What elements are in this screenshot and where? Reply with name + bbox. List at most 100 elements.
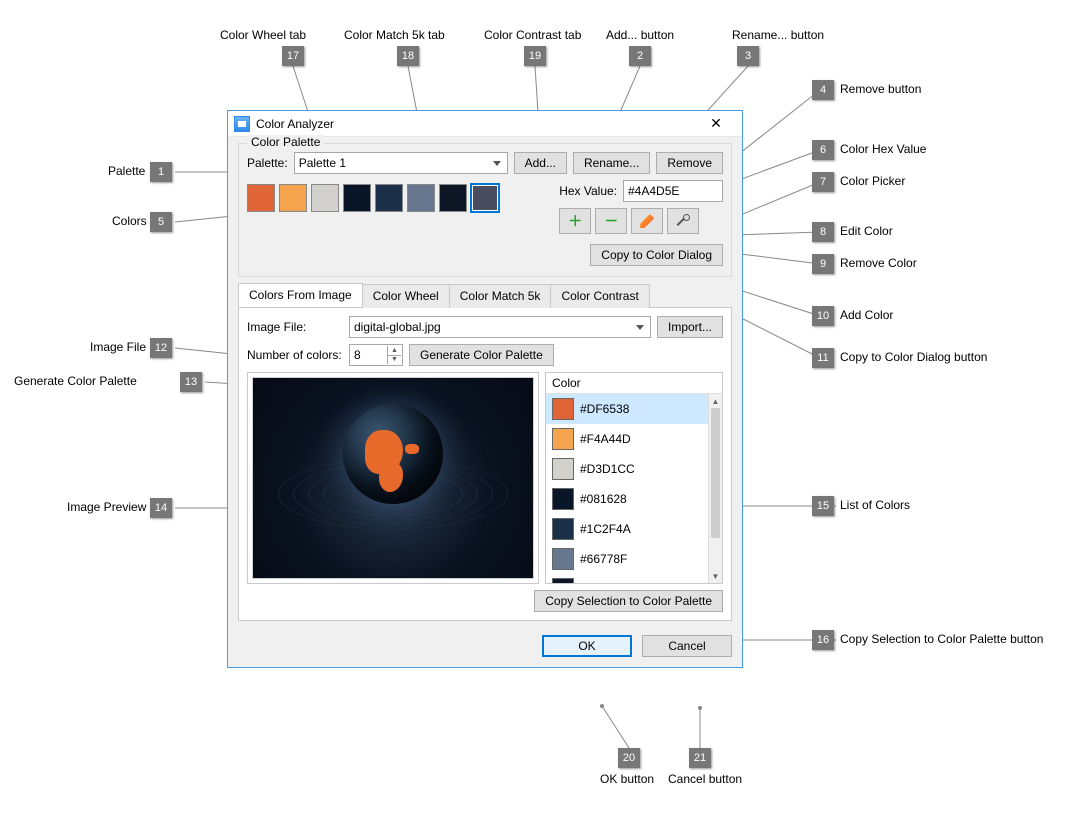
- rename-button[interactable]: Rename...: [573, 152, 650, 174]
- add-button[interactable]: Add...: [514, 152, 567, 174]
- list-item[interactable]: #081628: [546, 484, 708, 514]
- edit-color-button[interactable]: [631, 208, 663, 234]
- copy-to-color-dialog-button[interactable]: Copy to Color Dialog: [590, 244, 723, 266]
- tab-color-contrast[interactable]: Color Contrast: [550, 284, 649, 308]
- marker-18: 18: [397, 46, 419, 66]
- generate-palette-button[interactable]: Generate Color Palette: [409, 344, 554, 366]
- marker-10: 10: [812, 306, 834, 326]
- eyedropper-icon: [676, 214, 690, 228]
- app-icon: [234, 116, 250, 132]
- remove-color-button[interactable]: －: [595, 208, 627, 234]
- label-colors: Colors: [112, 214, 147, 228]
- marker-6: 6: [812, 140, 834, 160]
- label-edit-color: Edit Color: [840, 224, 893, 238]
- window-title: Color Analyzer: [256, 117, 696, 131]
- color-palette-groupbox: Color Palette Palette: Palette 1 Add... …: [238, 143, 732, 277]
- palette-combo[interactable]: Palette 1: [294, 152, 508, 174]
- list-item[interactable]: #D3D1CC: [546, 454, 708, 484]
- hex-value-input[interactable]: #4A4D5E: [623, 180, 723, 202]
- swatch-1[interactable]: [279, 184, 307, 212]
- minus-icon: －: [604, 211, 618, 231]
- swatch-5[interactable]: [407, 184, 435, 212]
- swatch-3[interactable]: [343, 184, 371, 212]
- palette-swatches: [247, 184, 499, 212]
- tab-color-wheel[interactable]: Color Wheel: [362, 284, 450, 308]
- plus-icon: ＋: [568, 211, 582, 231]
- remove-button[interactable]: Remove: [656, 152, 723, 174]
- label-remove-color: Remove Color: [840, 256, 917, 270]
- num-colors-label: Number of colors:: [247, 348, 343, 362]
- marker-13: 13: [180, 372, 202, 392]
- scroll-thumb[interactable]: [711, 408, 720, 538]
- marker-15: 15: [812, 496, 834, 516]
- palette-value: Palette 1: [299, 156, 346, 170]
- add-color-button[interactable]: ＋: [559, 208, 591, 234]
- hex-area: Hex Value: #4A4D5E ＋ －: [559, 180, 723, 234]
- image-preview: [247, 372, 539, 584]
- label-remove-button: Remove button: [840, 82, 921, 96]
- color-list-body: #DF6538 #F4A44D #D3D1CC #081628 #1C2F4A …: [546, 394, 722, 583]
- swatch-4[interactable]: [375, 184, 403, 212]
- label-copy-to-dialog: Copy to Color Dialog button: [840, 350, 987, 364]
- tab-panel: Image File: digital-global.jpg Import...…: [238, 308, 732, 621]
- color-list-header: Color: [546, 373, 722, 394]
- color-tool-row: ＋ －: [559, 208, 723, 234]
- close-icon[interactable]: ✕: [696, 114, 736, 134]
- cancel-button[interactable]: Cancel: [642, 635, 732, 657]
- globe-graphic: [343, 404, 443, 504]
- palette-label: Palette:: [247, 156, 288, 170]
- list-item[interactable]: #66778F: [546, 544, 708, 574]
- image-file-value: digital-global.jpg: [354, 320, 441, 334]
- label-color-picker: Color Picker: [840, 174, 905, 188]
- ok-button[interactable]: OK: [542, 635, 632, 657]
- num-colors-spinner[interactable]: 8 ▲▼: [349, 344, 403, 366]
- spin-down[interactable]: ▼: [387, 356, 401, 365]
- titlebar: Color Analyzer ✕: [228, 111, 742, 137]
- pencil-icon: [640, 214, 654, 228]
- import-button[interactable]: Import...: [657, 316, 723, 338]
- palette-row: Palette: Palette 1 Add... Rename... Remo…: [247, 152, 723, 174]
- marker-12: 12: [150, 338, 172, 358]
- copy-selection-button[interactable]: Copy Selection to Color Palette: [534, 590, 723, 612]
- hex-label: Hex Value:: [559, 184, 617, 198]
- groupbox-title: Color Palette: [247, 135, 324, 149]
- marker-2: 2: [629, 46, 651, 66]
- list-item[interactable]: #F4A44D: [546, 424, 708, 454]
- tab-color-match-5k[interactable]: Color Match 5k: [449, 284, 552, 308]
- scrollbar[interactable]: ▲ ▼: [708, 394, 722, 583]
- scroll-down-icon[interactable]: ▼: [709, 569, 722, 583]
- marker-1: 1: [150, 162, 172, 182]
- spin-up[interactable]: ▲: [387, 346, 401, 356]
- tab-colors-from-image[interactable]: Colors From Image: [238, 283, 363, 307]
- swatch-0[interactable]: [247, 184, 275, 212]
- label-palette: Palette: [108, 164, 145, 178]
- image-file-combo[interactable]: digital-global.jpg: [349, 316, 651, 338]
- label-add-button: Add... button: [606, 28, 674, 42]
- num-colors-value: 8: [354, 348, 361, 362]
- swatch-2[interactable]: [311, 184, 339, 212]
- swatch-6[interactable]: [439, 184, 467, 212]
- list-item[interactable]: #0E1725: [546, 574, 708, 583]
- dialog-footer: OK Cancel: [238, 635, 732, 657]
- list-item[interactable]: #DF6538: [546, 394, 708, 424]
- scroll-up-icon[interactable]: ▲: [709, 394, 722, 408]
- marker-20: 20: [618, 748, 640, 768]
- label-generate: Generate Color Palette: [14, 374, 137, 388]
- image-file-label: Image File:: [247, 320, 343, 334]
- marker-21: 21: [689, 748, 711, 768]
- swatch-7[interactable]: [471, 184, 499, 212]
- label-color-match-tab: Color Match 5k tab: [344, 28, 445, 42]
- color-analyzer-dialog: Color Analyzer ✕ Color Palette Palette: …: [227, 110, 743, 668]
- list-item[interactable]: #1C2F4A: [546, 514, 708, 544]
- label-image-file: Image File: [90, 340, 146, 354]
- marker-7: 7: [812, 172, 834, 192]
- tabs: Colors From Image Color Wheel Color Matc…: [238, 283, 732, 308]
- marker-16: 16: [812, 630, 834, 650]
- color-picker-button[interactable]: [667, 208, 699, 234]
- label-ok-button: OK button: [600, 772, 654, 786]
- label-color-wheel-tab: Color Wheel tab: [220, 28, 306, 42]
- marker-17: 17: [282, 46, 304, 66]
- marker-19: 19: [524, 46, 546, 66]
- label-color-contrast-tab: Color Contrast tab: [484, 28, 581, 42]
- marker-11: 11: [812, 348, 834, 368]
